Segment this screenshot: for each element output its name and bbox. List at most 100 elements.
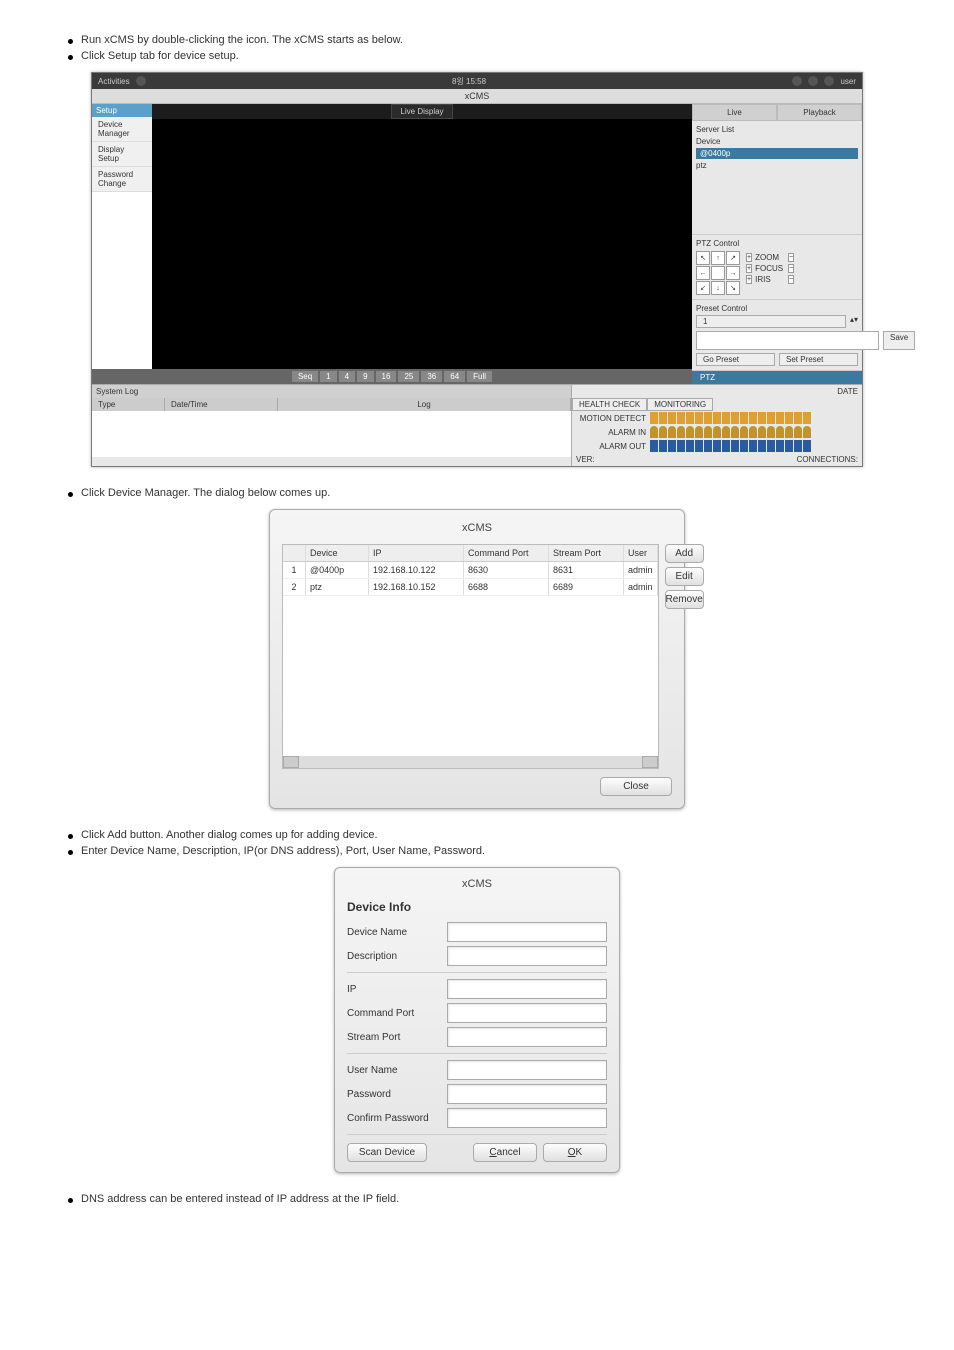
- focus-in[interactable]: +: [746, 264, 752, 273]
- scan-device-button[interactable]: Scan Device: [347, 1143, 427, 1162]
- label-ip: IP: [347, 984, 447, 995]
- col-user[interactable]: User: [624, 545, 658, 561]
- tab-live[interactable]: Live: [692, 104, 777, 121]
- col-streamport[interactable]: Stream Port: [549, 545, 624, 561]
- zoom-out[interactable]: −: [788, 253, 794, 262]
- set-preset-button[interactable]: Set Preset: [779, 353, 858, 366]
- indicator-icon: [668, 412, 676, 424]
- grid-16[interactable]: 16: [376, 371, 397, 382]
- go-preset-button[interactable]: Go Preset: [696, 353, 775, 366]
- indicator-icon: [794, 440, 802, 452]
- indicator-icon: [785, 426, 793, 438]
- ver-label: VER:: [576, 455, 595, 464]
- grid-4[interactable]: 4: [339, 371, 355, 382]
- live-display-tab[interactable]: Live Display: [391, 104, 452, 119]
- add-button[interactable]: Add: [665, 544, 704, 563]
- cancel-button[interactable]: Cancel: [473, 1143, 537, 1162]
- description-input[interactable]: [447, 946, 607, 966]
- user-name-input[interactable]: [447, 1060, 607, 1080]
- indicator-icon: [749, 412, 757, 424]
- table-row[interactable]: 1 @0400p 192.168.10.122 8630 8631 admin: [283, 562, 658, 579]
- ptz-dpad: ↖ ↑ ↗ ← → ↙ ↓ ↘: [696, 251, 740, 295]
- label-password: Password: [347, 1089, 447, 1100]
- ptz-up-right[interactable]: ↗: [726, 251, 740, 265]
- topbar-user[interactable]: user: [840, 77, 856, 86]
- edit-button[interactable]: Edit: [665, 567, 704, 586]
- scroll-right-icon[interactable]: [642, 756, 658, 768]
- password-input[interactable]: [447, 1084, 607, 1104]
- col-device[interactable]: Device: [306, 545, 369, 561]
- grid-1[interactable]: 1: [320, 371, 336, 382]
- label-command-port: Command Port: [347, 1008, 447, 1019]
- indicator-icon: [722, 426, 730, 438]
- device-label: Device: [696, 137, 858, 146]
- power-icon[interactable]: [792, 76, 802, 86]
- setup-tab[interactable]: Setup: [92, 104, 152, 117]
- menu-device-manager[interactable]: Device Manager: [92, 117, 152, 142]
- stream-port-input[interactable]: [447, 1027, 607, 1047]
- volume-icon[interactable]: [808, 76, 818, 86]
- ptz-down-right[interactable]: ↘: [726, 281, 740, 295]
- menu-display-setup[interactable]: Display Setup: [92, 142, 152, 167]
- save-button[interactable]: Save: [883, 331, 915, 350]
- tab-playback[interactable]: Playback: [777, 104, 862, 121]
- indicator-icon: [767, 426, 775, 438]
- col-ip[interactable]: IP: [369, 545, 464, 561]
- health-date: DATE: [837, 387, 858, 396]
- indicator-icon: [776, 412, 784, 424]
- ok-button[interactable]: OK: [543, 1143, 607, 1162]
- indicator-icon: [803, 426, 811, 438]
- device-name-input[interactable]: [447, 922, 607, 942]
- menu-password-change[interactable]: Password Change: [92, 167, 152, 192]
- activities-label[interactable]: Activities: [98, 77, 130, 86]
- grid-36[interactable]: 36: [421, 371, 442, 382]
- grid-25[interactable]: 25: [398, 371, 419, 382]
- indicator-icon: [749, 440, 757, 452]
- bullet-6: DNS address can be entered instead of IP…: [68, 1193, 904, 1205]
- ptz-down[interactable]: ↓: [711, 281, 725, 295]
- ptz-up-left[interactable]: ↖: [696, 251, 710, 265]
- zoom-in[interactable]: +: [746, 253, 752, 262]
- grid-full[interactable]: Full: [467, 371, 492, 382]
- table-row[interactable]: 2 ptz 192.168.10.152 6688 6689 admin: [283, 579, 658, 596]
- window-titlebar: xCMS: [92, 89, 862, 104]
- scroll-left-icon[interactable]: [283, 756, 299, 768]
- iris-out[interactable]: −: [788, 275, 794, 284]
- zoom-label: ZOOM: [755, 253, 785, 262]
- indicator-icon: [776, 426, 784, 438]
- preset-stepper-icon[interactable]: ▴▾: [850, 315, 858, 328]
- ptz-right[interactable]: →: [726, 266, 740, 280]
- health-check-tab[interactable]: HEALTH CHECK: [572, 398, 647, 411]
- command-port-input[interactable]: [447, 1003, 607, 1023]
- grid-9[interactable]: 9: [357, 371, 373, 382]
- focus-out[interactable]: −: [788, 264, 794, 273]
- device-item-1[interactable]: ptz: [696, 161, 858, 170]
- indicator-icon: [650, 440, 658, 452]
- bullet-text: Click Device Manager. The dialog below c…: [81, 487, 330, 499]
- confirm-password-input[interactable]: [447, 1108, 607, 1128]
- log-body: [92, 411, 571, 457]
- monitoring-tab[interactable]: MONITORING: [647, 398, 713, 411]
- grid-seq[interactable]: Seq: [292, 371, 318, 382]
- ptz-down-left[interactable]: ↙: [696, 281, 710, 295]
- indicator-icon: [731, 440, 739, 452]
- grid-64[interactable]: 64: [444, 371, 465, 382]
- ptz-up[interactable]: ↑: [711, 251, 725, 265]
- table-scrollbar[interactable]: [283, 756, 658, 768]
- bullet-text: Enter Device Name, Description, IP(or DN…: [81, 845, 485, 857]
- battery-icon[interactable]: [824, 76, 834, 86]
- ip-input[interactable]: [447, 979, 607, 999]
- iris-in[interactable]: +: [746, 275, 752, 284]
- bullet-3: Click Device Manager. The dialog below c…: [68, 487, 904, 499]
- ptz-tab[interactable]: PTZ: [692, 371, 862, 384]
- device-item-0[interactable]: @0400p: [696, 148, 858, 159]
- preset-number[interactable]: 1: [696, 315, 846, 328]
- log-col-type: Type: [92, 398, 165, 411]
- preset-name-input[interactable]: [696, 331, 879, 350]
- remove-button[interactable]: Remove: [665, 590, 704, 609]
- close-button[interactable]: Close: [600, 777, 672, 796]
- indicator-icon: [740, 412, 748, 424]
- dialog-title: xCMS: [282, 522, 672, 534]
- col-cmdport[interactable]: Command Port: [464, 545, 549, 561]
- ptz-left[interactable]: ←: [696, 266, 710, 280]
